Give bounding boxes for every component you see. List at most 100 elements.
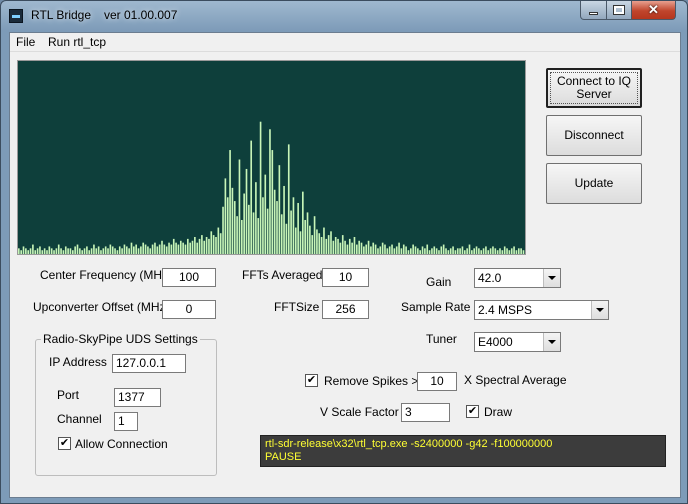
disconnect-button[interactable]: Disconnect [546,115,642,156]
port-field[interactable]: 1377 [114,388,161,407]
spectrum-bar [356,244,358,254]
remove-spikes-field[interactable]: 10 [417,372,457,391]
spectrum-bar [363,246,365,254]
ip-address-field[interactable]: 127.0.0.1 [112,354,186,373]
spectrum-bar [81,250,84,254]
spectrum-bar [346,244,349,254]
fftsize-field[interactable]: 256 [322,300,369,319]
spectrum-bar [501,250,504,254]
port-label: Port [57,388,80,402]
spectrum-bar [494,248,497,254]
spectrum-bar [154,242,156,254]
ffts-averaged-field[interactable]: 10 [322,268,369,287]
spectrum-bar [217,227,220,254]
spectrum-bar [53,250,55,254]
spectrum-bar [287,144,290,254]
spectrum-bar [334,236,337,254]
spectrum-bar [309,225,311,254]
draw-checkbox[interactable]: ✔ [466,405,479,418]
spectrum-bar [417,248,419,254]
spectrum-bar [412,244,414,254]
center-frequency-field[interactable]: 100 [162,268,216,287]
tuner-dropdown[interactable]: E4000 [474,332,561,352]
spectrum-bar [198,238,201,254]
spectrum-bar [184,244,187,254]
spectrum-bar [175,242,177,254]
spectrum-bar [358,240,360,254]
spectrum-bar [290,210,292,254]
spectrum-bar [142,242,145,254]
console-line-1: rtl-sdr-release\x32\rtl_tcp.exe -s240000… [265,438,553,450]
menu-run-rtl-tcp[interactable]: Run rtl_tcp [48,35,106,49]
spectrum-bar [353,236,356,254]
spectrum-bar [337,238,339,254]
spectrum-bar [513,246,515,254]
spectrum-bar [144,244,147,254]
spectrum-bar [487,250,490,254]
chevron-down-icon[interactable] [543,333,560,351]
channel-label: Channel [57,412,102,426]
spectrum-bar [215,236,217,254]
spectrum-bar [325,238,328,254]
sample-rate-dropdown[interactable]: 2.4 MSPS [474,300,609,320]
spectrum-bar [130,242,133,254]
spectrum-bar [402,244,405,254]
spectrum-bar [67,248,69,254]
spectrum-bar [137,248,140,254]
upconverter-offset-field[interactable]: 0 [162,300,216,319]
v-scale-factor-field[interactable]: 3 [401,403,450,422]
minimize-icon [589,11,598,15]
spectrum-bar [104,246,107,254]
spectrum-bar [424,248,426,254]
spectrum-bar [243,193,245,254]
remove-spikes-checkbox[interactable]: ✔ [305,374,318,387]
spectrum-bar [395,246,398,254]
spectrum-bar [388,246,391,254]
allow-connection-checkbox[interactable]: ✔ [58,437,71,450]
spectrum-bar [391,244,393,254]
chevron-down-icon[interactable] [591,301,608,319]
spectrum-bar [128,248,130,254]
gain-value: 42.0 [478,271,502,285]
checkmark-icon: ✔ [306,374,317,386]
spectrum-bar [219,233,222,254]
spectrum-bar [428,250,431,254]
spectrum-bar [499,248,501,254]
spectrum-bar [32,244,34,254]
spectrum-bar [302,191,304,254]
spectrum-bar [147,246,149,254]
spectrum-bar [489,248,492,254]
channel-field[interactable]: 1 [114,412,138,431]
spectrum-bar [71,250,74,254]
spectrum-bar [482,248,485,254]
spectrum-bar [311,235,314,254]
title-bar[interactable]: RTL Bridge ver 01.00.007 ✕ [1,1,687,31]
gain-dropdown[interactable]: 42.0 [474,268,561,288]
menu-file[interactable]: File [16,35,35,49]
spectrum-bar [74,246,76,254]
spectrum-bar [372,242,375,254]
spectrum-bar [419,250,422,254]
spectrum-bar [133,246,135,254]
spectrum-bar [83,248,86,254]
spectrum-bar [492,246,494,254]
spectrum-bar [170,244,173,254]
spectrum-bar [374,244,377,254]
spectrum-bar [447,250,450,254]
update-button[interactable]: Update [546,163,642,204]
close-button[interactable]: ✕ [631,1,676,20]
spectrum-bar [348,238,351,254]
spectrum-bar [313,216,316,254]
minimize-button[interactable] [580,1,607,20]
maximize-button[interactable] [606,1,632,20]
connect-iq-server-button[interactable]: Connect to IQ Server [546,68,642,108]
spectrum-bar [280,214,283,254]
checkmark-icon: ✔ [467,405,478,417]
tuner-label: Tuner [426,332,457,346]
spectrum-bar [111,246,114,254]
spectrum-bar [384,244,386,254]
spectrum-bar [351,242,353,254]
spectrum-bar [194,236,196,254]
chevron-down-icon[interactable] [543,269,560,287]
spectrum-bar [456,248,459,254]
